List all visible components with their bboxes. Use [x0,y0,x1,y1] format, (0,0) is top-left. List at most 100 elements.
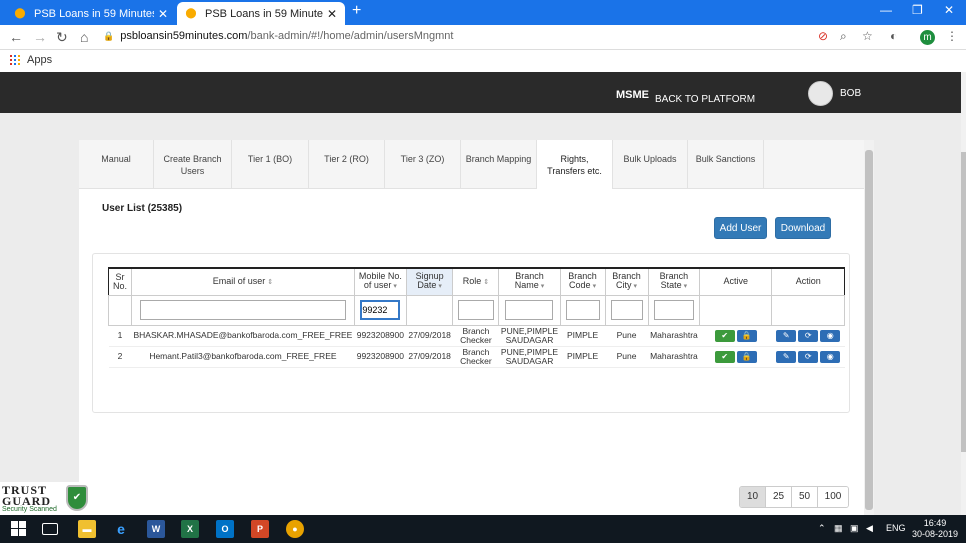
filter-mobile-input[interactable] [360,300,401,320]
zoom-icon[interactable]: ⌕ [840,29,847,44]
url-field[interactable]: 🔒 psbloansin59minutes.com/bank-admin/#!/h… [103,30,453,42]
transfer-refresh-icon[interactable]: ⟳ [798,329,819,342]
cell-mobile: 9923208900 [354,325,407,347]
user-table-card: Sr No. Email of user ⇕ Mobile No. of user… [92,253,850,508]
column-header-branch-code[interactable]: Branch Code ▾ [559,267,606,296]
address-bar: ← → ↻ ⌂ 🔒 psbloansin59minutes.com/bank-ad… [0,25,966,50]
app-header: MSME BACK TO PLATFORM BOB [0,72,966,113]
view-eye-icon[interactable]: ◉ [820,329,841,342]
user-avatar[interactable] [808,81,833,106]
back-to-platform-link[interactable]: BACK TO PLATFORM [655,94,755,105]
profile-avatar[interactable]: m [920,30,935,45]
filter-branch-city-input[interactable] [610,300,643,320]
maximize-icon[interactable]: ❐ [912,3,923,17]
browser-tab-2[interactable]: ⬤ PSB Loans in 59 Minutes: Online ✕ [177,2,345,25]
chrome-icon[interactable]: ● [286,520,304,538]
outlook-icon[interactable]: O [216,520,234,538]
main-panel: Manual Create Branch Users Tier 1 (BO) T… [79,140,864,515]
close-window-icon[interactable]: ✕ [944,3,954,17]
tab-create-branch-users[interactable]: Create Branch Users [154,140,232,189]
internet-explorer-icon[interactable]: e [112,520,130,538]
filter-branch-name-input[interactable] [505,300,554,320]
activate-check-icon[interactable]: ✔ [714,350,735,363]
sort-icon: ▾ [438,283,442,291]
tab-tier-1[interactable]: Tier 1 (BO) [232,140,309,189]
page-scrollbar[interactable] [961,72,966,515]
back-arrow-icon[interactable]: ← [9,29,23,45]
windows-start-icon[interactable] [10,520,28,538]
minimize-icon[interactable]: — [880,3,892,17]
bookmark-star-icon[interactable]: ☆ [862,29,873,43]
volume-icon[interactable]: ◀ [866,523,873,534]
network-icon[interactable]: ▦ [834,523,843,534]
transfer-refresh-icon[interactable]: ⟳ [798,350,819,363]
cell-action: ✎ ⟳ ◉ [771,325,845,347]
cell-active: ✔ 🔒 [699,325,772,347]
page-size-100[interactable]: 100 [818,487,848,507]
brand-msme[interactable]: MSME [616,89,649,101]
close-tab-icon[interactable]: ✕ [158,7,168,21]
task-view-icon[interactable] [42,523,58,535]
home-icon[interactable]: ⌂ [80,29,88,45]
column-header-role[interactable]: Role ⇕ [452,267,500,296]
sort-icon: ▾ [540,283,545,291]
extension-icon[interactable]: ◐ [890,29,897,43]
word-icon[interactable]: W [147,520,165,538]
language-indicator[interactable]: ENG [886,523,906,533]
user-name[interactable]: BOB [840,88,861,99]
powerpoint-icon[interactable]: P [251,520,269,538]
column-header-email[interactable]: Email of user ⇕ [131,267,355,296]
page-size-10[interactable]: 10 [740,487,766,507]
menu-kebab-icon[interactable]: ⋮ [946,29,958,43]
view-eye-icon[interactable]: ◉ [820,350,841,363]
tray-chevron-icon[interactable]: ⌃ [818,523,826,534]
tab-branch-mapping[interactable]: Branch Mapping [461,140,537,189]
filter-email-input[interactable] [139,300,346,320]
tab-bulk-uploads[interactable]: Bulk Uploads [613,140,688,189]
lock-icon[interactable]: 🔒 [736,350,757,363]
column-header-branch-city[interactable]: Branch City ▾ [604,267,649,296]
download-button[interactable]: Download [775,217,831,239]
column-header-branch-state[interactable]: Branch State ▾ [647,267,701,296]
add-user-button[interactable]: Add User [714,217,767,239]
column-header-sr[interactable]: Sr No. [108,267,132,296]
tab-tier-3[interactable]: Tier 3 (ZO) [385,140,461,189]
blocked-icon[interactable]: ⊘ [818,29,828,43]
security-icon[interactable]: ▣ [850,523,859,534]
tab-tier-2[interactable]: Tier 2 (RO) [309,140,385,189]
tab-manual[interactable]: Manual [79,140,154,189]
forward-arrow-icon[interactable]: → [33,29,47,45]
activate-check-icon[interactable]: ✔ [714,329,735,342]
browser-tab-1[interactable]: ⬤ PSB Loans in 59 Minutes: Online ✕ [6,2,176,25]
column-header-action: Action [771,267,846,296]
sort-icon: ⇕ [267,278,274,286]
column-header-mobile[interactable]: Mobile No. of user ▾ [353,267,407,296]
column-header-branch-name[interactable]: Branch Name ▾ [498,267,561,296]
cell-branch-city: Pune [605,346,649,368]
column-header-signup[interactable]: Signup Date ▾ [405,267,454,296]
edit-pencil-icon[interactable]: ✎ [776,350,797,363]
excel-icon[interactable]: X [181,520,199,538]
page-size-25[interactable]: 25 [766,487,792,507]
trust-guard-badge[interactable]: TRUST GUARD Security Scanned ✔ [0,482,92,515]
edit-pencil-icon[interactable]: ✎ [776,329,797,342]
sort-icon: ⇕ [483,278,490,286]
lock-icon[interactable]: 🔒 [736,329,757,342]
reload-icon[interactable]: ↻ [56,29,68,46]
filter-role-input[interactable] [457,300,494,320]
cell-role: Branch Checker [452,346,499,368]
panel-scrollbar[interactable] [864,140,874,515]
cell-mobile: 9923208900 [354,346,407,368]
user-table: Sr No. Email of user ⇕ Mobile No. of user… [108,267,846,368]
filter-branch-state-input[interactable] [653,300,694,320]
tab-bulk-sanctions[interactable]: Bulk Sanctions [688,140,764,189]
apps-bookmark[interactable]: Apps [27,54,52,66]
new-tab-icon[interactable]: + [352,2,361,20]
apps-grid-icon[interactable] [10,55,20,65]
filter-branch-code-input[interactable] [565,300,600,320]
close-tab-icon[interactable]: ✕ [327,7,337,21]
system-clock[interactable]: 16:49 30-08-2019 [912,518,958,540]
page-size-50[interactable]: 50 [792,487,818,507]
tab-rights-transfers[interactable]: Rights, Transfers etc. [537,140,613,189]
file-explorer-icon[interactable]: ▬ [78,520,96,538]
